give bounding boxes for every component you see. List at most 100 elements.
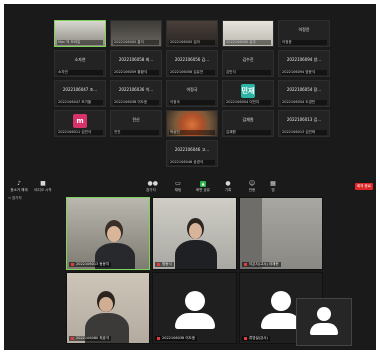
video-tile-label: 이은지(고시) 아재현 [242,262,281,267]
participant-tile[interactable]: 김채원 김채원 [222,110,274,137]
share-screen-label: 화면 공유 [196,188,210,192]
participant-tile[interactable]: Mac 의 모바일 [54,20,106,47]
video-tile-label: 2022106080 최효석 [69,336,112,341]
video-tile-label: 정동식 [155,262,174,267]
participant-tile[interactable]: 2022106036 이... 2022106036 이도윤 [110,80,162,107]
participant-name: 이정국 [186,87,198,92]
participant-tile[interactable]: 2022106046 고... 2022106046 공경석 [166,140,218,167]
participant-avatar: m [73,114,87,128]
participant-tile[interactable]: 2022106000 홍이 [110,20,162,47]
participant-avatar: 민재 [241,84,255,98]
participant-label: 김채원 [225,130,271,135]
participant-label: 2022106056 김유찬 [169,70,215,75]
participant-tile[interactable]: 2022106056 김... 2022106056 김유찬 [166,50,218,77]
participant-name: 2022106046 고... [174,147,210,152]
participant-tile[interactable]: 2022106058 최... 2022106059 황황석 [110,50,162,77]
start-video-button[interactable]: ■ 비디오 시작 [32,181,54,193]
person-face [99,297,113,312]
speaker-view-screenshot: ♪ 음소거 해제 ■ 비디오 시작 ●● 참가자 ▭ 채팅 ▲ 화면 공유 ● … [4,180,376,350]
participant-name: 2022106013 김... [286,117,322,122]
chat-label: 채팅 [174,188,182,192]
meeting-toolbar: ♪ 음소거 해제 ■ 비디오 시작 ●● 참가자 ▭ 채팅 ▲ 화면 공유 ● … [4,180,376,196]
video-tile-speaker[interactable]: 2022106013 동윤지 [66,197,150,270]
self-view-tile[interactable] [296,298,352,346]
participant-name: 소자연 [74,57,86,62]
participants-label: 참가자 [146,188,156,192]
participant-tile[interactable]: 이정국 이정국 [166,80,218,107]
participant-tile[interactable]: 박상민 [166,110,218,137]
participant-tile[interactable]: 김수진김민석 [222,50,274,77]
microphone-icon: ♪ [17,180,21,187]
participant-name: 2022106056 김... [174,57,210,62]
participant-label: 2022106036 이도윤 [113,100,159,105]
participant-name: 전신 [132,117,140,122]
person-face [107,226,121,242]
video-tile-4[interactable]: 2022106080 최효석 [66,272,150,344]
record-label: 기록 [224,188,232,192]
record-icon: ● [225,180,231,187]
participant-label: 2022106011 김민석 [57,130,103,135]
person-body [175,240,217,269]
participants-icon: ●● [147,180,158,187]
participant-label: 2022106013 김민혁 [281,130,327,135]
participant-tile[interactable]: 2022106047 조... 2022106047 조가을 [54,80,106,107]
participant-label: 이정국 [169,100,215,105]
start-video-label: 비디오 시작 [34,188,52,192]
participant-tile[interactable]: 2022106000 김아 [166,20,218,47]
video-tile-3[interactable]: 이은지(고시) 아재현 [239,197,323,270]
participant-name: 김수진 [242,57,254,62]
participant-label: 2022106059 황황석 [113,70,159,75]
participant-name: 2022106058 최... [118,57,154,62]
apps-button[interactable]: ▦ 앱 [266,181,280,193]
reactions-label: 반응 [248,188,256,192]
mute-label: 음소거 해제 [10,188,28,192]
participant-tile[interactable]: 2022106013 김... 2022106013 김민혁 [278,110,330,137]
participant-label: 박상민 [169,130,215,135]
user-placeholder-icon [317,307,331,321]
chat-button[interactable]: ▭ 채팅 [170,181,186,193]
apps-label: 앱 [271,188,275,192]
participant-tile[interactable]: 민재 2022106004 이민지 [222,80,274,107]
participant-name: 2022106036 이... [118,87,154,92]
video-tile-label: 2022106013 동윤지 [69,262,112,267]
video-tile-label: 2022106036 이도윤 [155,336,198,341]
participants-button[interactable]: ●● 참가자 [142,181,160,193]
user-placeholder-icon [271,291,291,311]
video-tile-2[interactable]: 정동식 [152,197,237,270]
participant-label: 김민석 [225,70,271,75]
participant-name: 2022106094 양... [286,57,322,62]
user-placeholder-icon [184,291,205,311]
mute-button[interactable]: ♪ 음소거 해제 [8,181,30,193]
participant-tile[interactable]: 2022106054 장... 2022106054 도경민 [278,80,330,107]
participant-label: 2022106046 공경석 [169,160,215,165]
participant-label: 2022106000 김아 [169,40,215,45]
record-button[interactable]: ● 기록 [220,181,236,193]
participant-label: 소자연 [57,70,103,75]
reactions-button[interactable]: ☺ 반응 [244,181,260,193]
participant-label: 2022106000 유우 [225,40,271,45]
participant-name: 2022106047 조... [62,87,98,92]
video-tile-5[interactable]: 2022106036 이도윤 [152,272,237,344]
participant-name: 이정윤 [298,27,310,32]
participant-label: 2022106094 양윤석 [281,70,327,75]
end-meeting-button[interactable]: 회의 종료 [355,183,373,190]
share-screen-button[interactable]: ▲ 화면 공유 [194,181,212,193]
reactions-icon: ☺ [248,180,256,187]
participant-label: 전진 [113,130,159,135]
participant-label: 2022106000 홍이 [113,40,159,45]
person-face [189,223,202,239]
participant-tile[interactable]: 이정윤 이정윤 [278,20,330,47]
participant-label: 2022106047 조가을 [57,100,103,105]
participant-tile[interactable]: 전신전진 [110,110,162,137]
participant-tile[interactable]: m 2022106011 김민석 [54,110,106,137]
participant-tile[interactable]: 2022106000 유우 [222,20,274,47]
participant-label: 2022106004 이민지 [225,100,271,105]
participant-tile[interactable]: 2022106094 양... 2022106094 양윤석 [278,50,330,77]
share-screen-icon: ▲ [200,181,206,187]
video-icon: ■ [40,180,46,187]
gallery-view-screenshot: Mac 의 모바일 2022106000 홍이 2022106000 김아 20221… [4,4,376,180]
participant-tile[interactable]: 소자연 소자연 [54,50,106,77]
participants-panel-toggle[interactable]: < 참가자 [8,196,22,201]
apps-icon: ▦ [270,180,276,187]
participant-name: 2022106054 장... [286,87,322,92]
